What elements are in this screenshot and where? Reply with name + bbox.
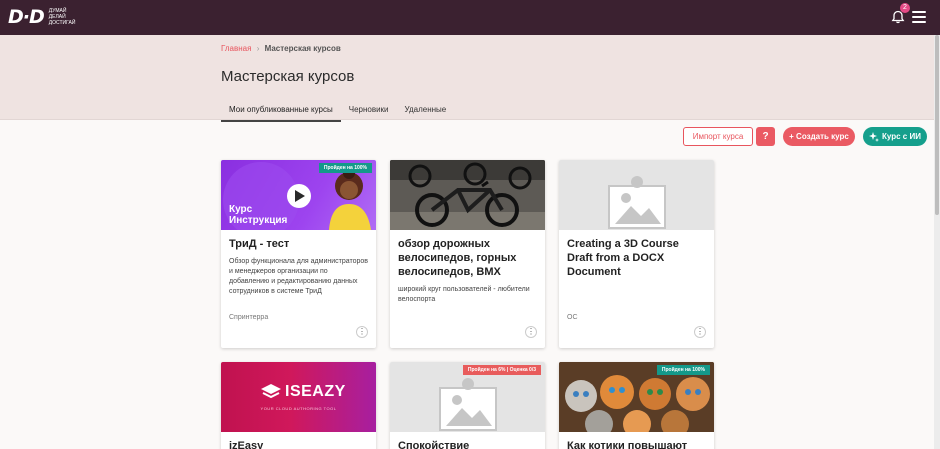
- bicycle-photo-icon: [390, 160, 545, 230]
- create-course-button[interactable]: + Создать курс: [783, 127, 855, 146]
- course-thumbnail: ISEAZY YOUR CLOUD AUTHORING TOOL: [221, 362, 376, 432]
- course-description: Обзор функционала для администраторов и …: [229, 258, 369, 295]
- progress-badge: Пройден на 100%: [318, 163, 372, 173]
- course-title[interactable]: обзор дорожных велосипедов, горных велос…: [390, 237, 545, 279]
- ai-course-label: Курс с ИИ: [882, 132, 921, 141]
- course-thumbnail: Пройден на 100% Курс Инструкция: [221, 160, 376, 230]
- course-author: Спринтерра: [229, 314, 269, 321]
- progress-badge: Пройден на 100%: [656, 365, 710, 375]
- course-title[interactable]: Как котики повышают: [559, 439, 714, 449]
- course-description: широкий круг пользователей - любители ве…: [398, 286, 530, 303]
- course-card[interactable]: Пройден на 100% Курс Инструкция ТриД - т…: [221, 160, 376, 348]
- tab-bar: Мои опубликованные курсы Черновики Удале…: [221, 100, 454, 122]
- course-card[interactable]: Пройден на 100% Как котики повышают: [559, 362, 714, 449]
- course-author: ОС: [567, 314, 578, 321]
- breadcrumb-current: Мастерская курсов: [264, 44, 341, 53]
- course-thumbnail: Пройден на 100%: [559, 362, 714, 432]
- course-title[interactable]: Спокойствие: [390, 439, 545, 449]
- course-thumbnail-placeholder: Пройден на 6% | Оценка 0/3: [390, 362, 545, 432]
- course-title[interactable]: izEasy: [221, 439, 376, 449]
- logo[interactable]: D·D Думай делай достигай: [8, 7, 75, 27]
- course-title[interactable]: Creating a 3D Course Draft from a DOCX D…: [559, 237, 714, 279]
- more-options-icon[interactable]: ⋮: [356, 326, 368, 338]
- breadcrumb-separator: ›: [256, 44, 260, 53]
- breadcrumb: Главная › Мастерская курсов: [221, 44, 341, 53]
- more-options-icon[interactable]: ⋮: [525, 326, 537, 338]
- tab-published[interactable]: Мои опубликованные курсы: [221, 100, 341, 122]
- iseazy-logo-icon: [261, 384, 281, 399]
- top-bar: D·D Думай делай достигай 2: [0, 0, 940, 35]
- course-card[interactable]: ISEAZY YOUR CLOUD AUTHORING TOOL izEasy: [221, 362, 376, 449]
- help-button[interactable]: ?: [756, 127, 775, 146]
- thumbnail-caption: Курс Инструкция: [229, 204, 288, 226]
- progress-badge: Пройден на 6% | Оценка 0/3: [462, 365, 541, 375]
- import-course-button[interactable]: Импорт курса: [683, 127, 753, 146]
- image-placeholder-icon: [438, 378, 497, 431]
- course-thumbnail: [390, 160, 545, 230]
- tab-drafts[interactable]: Черновики: [341, 100, 397, 122]
- course-title[interactable]: ТриД - тест: [221, 237, 376, 251]
- page-title: Мастерская курсов: [221, 68, 355, 85]
- thumbnail-logo-text: ISEAZY: [285, 383, 346, 400]
- image-placeholder-icon: [607, 176, 666, 229]
- sparkle-icon: [869, 131, 880, 142]
- course-card[interactable]: обзор дорожных велосипедов, горных велос…: [390, 160, 545, 348]
- breadcrumb-home-link[interactable]: Главная: [221, 44, 251, 53]
- course-thumbnail-placeholder: [559, 160, 714, 230]
- page-header: [0, 35, 934, 120]
- scrollbar-thumb[interactable]: [935, 35, 939, 215]
- thumbnail-tagline: YOUR CLOUD AUTHORING TOOL: [260, 406, 337, 411]
- notification-badge: 2: [900, 3, 910, 13]
- more-options-icon[interactable]: ⋮: [694, 326, 706, 338]
- tab-deleted[interactable]: Удаленные: [397, 100, 455, 122]
- course-card[interactable]: Пройден на 6% | Оценка 0/3 Спокойствие: [390, 362, 545, 449]
- logo-mark: D·D: [8, 6, 45, 28]
- ai-course-button[interactable]: Курс с ИИ: [863, 127, 927, 146]
- hamburger-menu-icon[interactable]: [912, 11, 926, 23]
- vertical-scrollbar[interactable]: [934, 35, 940, 449]
- course-card[interactable]: Creating a 3D Course Draft from a DOCX D…: [559, 160, 714, 348]
- logo-tagline: Думай делай достигай: [48, 8, 76, 26]
